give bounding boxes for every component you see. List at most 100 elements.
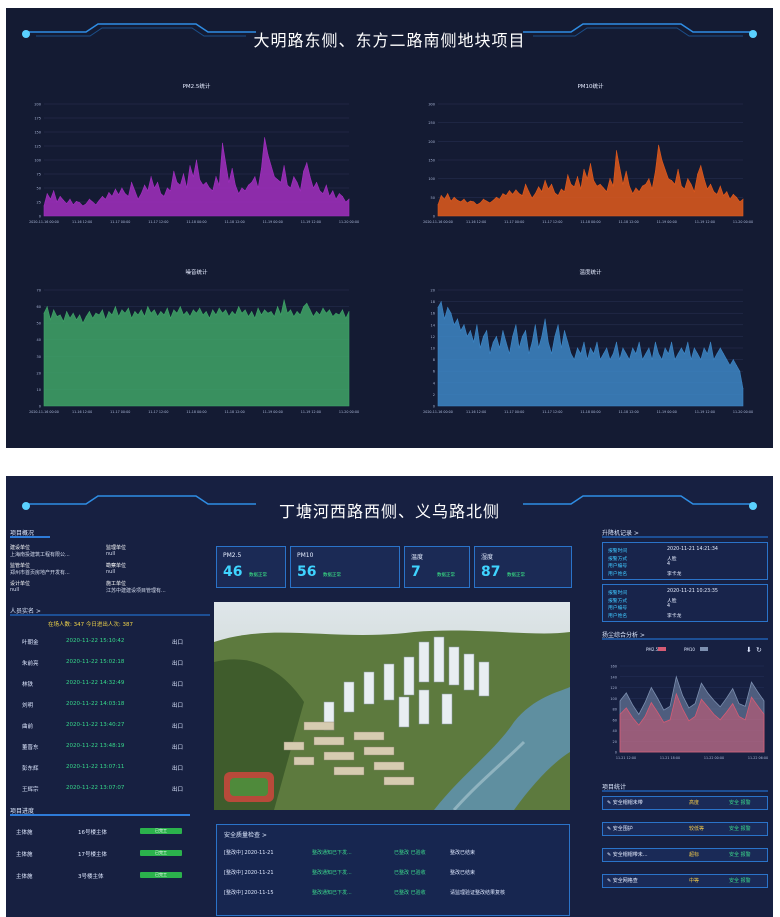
data-point [690,183,692,185]
chart-title: 温度统计 [579,268,602,276]
legend-swatch [658,647,666,651]
data-point [648,178,650,180]
data-point [625,353,627,355]
x-tick-label: 11-21 18:00 [660,756,680,760]
risk-row[interactable]: ✎ 安全围护 较低等 安全 报警 [602,822,768,836]
y-tick-label: 200 [34,103,41,107]
attendance-row[interactable]: 林铁 2020-11-22 14:32:49 出口 [10,677,210,693]
refresh-icon[interactable]: ↻ [756,646,762,654]
data-point [447,307,449,308]
stat-card[interactable]: 温度 7 数据正常 [404,546,470,588]
data-point [642,185,643,187]
field-label: 勘察单位 [106,563,127,569]
x-tick-label: 11-22 00:00 [704,756,724,760]
attendance-row[interactable]: 王辉宗 2020-11-22 13:07:07 出口 [10,782,210,798]
data-point [655,341,656,343]
y-tick-label: 250 [428,121,435,125]
data-point [128,196,129,197]
data-point [629,359,630,360]
data-point [248,184,249,186]
download-icon[interactable]: ⬇ [746,646,752,654]
series-area [43,137,350,217]
x-tick-label: 11-16 12:00 [72,410,92,414]
worker-name: 刘明 [22,703,34,709]
safety-row[interactable]: [整改中] 2020-11-15 整改通知已下发... 已整改 已验收 请监理验证整改… [224,886,564,900]
progress-row[interactable]: 主体施 17号楼主体 已完工 [10,847,210,861]
data-point [586,359,588,360]
data-point [163,314,165,316]
y-tick-label: 300 [428,103,435,107]
alarm-record[interactable]: 报警时间 2020-11-21 10:23:35 报警方式 人脸 用户编号 4 用户姓名 李卡… [602,584,768,622]
data-point [290,309,291,311]
data-point [664,347,666,349]
charts-area: PM2.5统计02550751001251501752002020-11-16 … [29,82,753,414]
risk-row[interactable]: ✎ 安全帽帽带未... 超标 安全 报警 [602,848,768,862]
y-tick-label: 75 [37,173,41,177]
data-point [43,312,45,314]
data-point [690,359,692,360]
data-point [235,314,236,316]
attendance-row[interactable]: 叶朝金 2020-11-22 15:10:42 出口 [10,635,210,651]
safety-heading[interactable]: 安全质量检查 > [224,830,267,839]
data-point [121,187,123,189]
risk-row[interactable]: ✎ 安全帽帽未带 高度 安全 报警 [602,796,768,810]
worker-name: 董晋东 [22,745,39,751]
y-tick-label: 60 [37,305,41,309]
data-point [215,314,217,316]
field-value: 郑州市首页房地产开发有... [10,570,70,576]
attendance-row[interactable]: 彭东辉 2020-11-22 13:07:11 出口 [10,761,210,777]
data-point [342,309,343,311]
data-point [531,341,533,343]
alarm-record[interactable]: 报警时间 2020-11-21 14:21:34 报警方式 人脸 用户编号 4 用户姓名 李卡… [602,542,768,580]
data-point [674,359,676,360]
data-point [492,199,494,201]
data-point [299,314,301,316]
data-point [251,182,253,183]
entry-direction: 出口 [172,745,184,751]
data-point [228,182,230,183]
safety-row[interactable]: [整改中] 2020-11-21 整改通知已下发... 已整改 已验收 整改已结束 [224,846,564,860]
risk-row[interactable]: ✎ 安全网格查 中等 安全 报警 [602,874,768,888]
y-tick-label: 8 [433,358,435,362]
stat-card[interactable]: PM2.5 46 数据正常 [216,546,286,588]
y-tick-label: 100 [34,159,41,163]
attendance-row[interactable]: 刘明 2020-11-22 14:03:18 出口 [10,698,210,714]
data-point [661,359,663,360]
progress-row[interactable]: 主体施 16号楼主体 已完工 [10,825,210,839]
data-point [257,307,259,309]
stat-card[interactable]: 湿度 87 数据正常 [474,546,572,588]
attendance-row[interactable]: 董晋东 2020-11-22 13:48:19 出口 [10,740,210,756]
data-point [544,180,546,181]
progress-row[interactable]: 主体施 3号楼主体 已完工 [10,869,210,883]
data-point [261,314,262,316]
data-point [228,316,230,317]
data-point [342,196,343,197]
data-point [736,365,737,366]
field-value: null [10,587,20,593]
data-point [453,196,455,198]
attendance-row[interactable]: 曲前 2020-11-22 13:40:27 出口 [10,719,210,735]
data-point [616,150,617,152]
safety-row[interactable]: [整改中] 2020-11-21 整改通知已下发... 已整改 已验收 整改已结束 [224,866,564,880]
data-point [590,347,591,349]
alarm-label: 报警时间 [608,549,628,554]
y-tick-label: 50 [431,196,435,200]
data-point [92,201,94,203]
data-point [322,307,324,309]
y-tick-label: 0 [433,405,435,409]
series-area [43,299,350,407]
entry-direction: 出口 [172,703,184,709]
x-tick-label: 11-17 00:00 [110,410,130,414]
data-point [56,316,58,317]
y-tick-label: 200 [428,140,435,144]
data-point [713,359,715,360]
data-point [345,201,347,203]
data-point [209,187,210,189]
data-point [280,314,282,316]
data-point [222,142,223,144]
attendance-row[interactable]: 朱前亮 2020-11-22 15:02:18 出口 [10,656,210,672]
data-point [241,312,243,314]
y-tick-label: 0 [433,215,435,219]
stat-card[interactable]: PM10 56 数据正常 [290,546,400,588]
stat-value: 7 [411,564,421,580]
